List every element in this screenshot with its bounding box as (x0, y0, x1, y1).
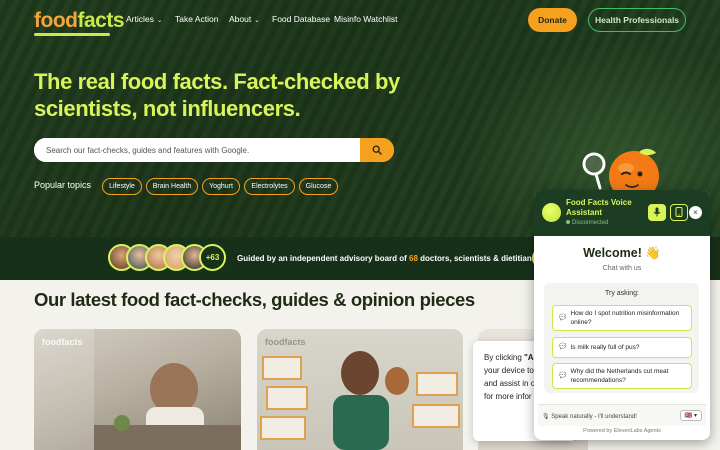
powered-by: Powered by ElevenLabs Agents (583, 428, 661, 434)
language-select[interactable]: 🇬🇧 ▾ (680, 410, 702, 421)
hero-headline: The real food facts. Fact-checked by sci… (34, 69, 400, 121)
cookie-line1-prefix: By clicking (484, 353, 525, 362)
topic-chip-electrolytes[interactable]: Electrolytes (244, 178, 295, 195)
phone-icon (675, 204, 683, 222)
logo-facts-text: facts (77, 9, 125, 32)
advisory-text-after: doctors, scientists & dietitians (417, 254, 537, 263)
advisory-text-before: Guided by an independent advisory board … (237, 254, 410, 263)
nav-item-articles[interactable]: Articles ⌄ (126, 14, 162, 24)
topic-chip-lifestyle[interactable]: Lifestyle (102, 178, 142, 195)
try-asking-label: Try asking: (605, 290, 639, 297)
search-input[interactable] (34, 138, 360, 162)
assistant-orb-icon (542, 203, 561, 222)
close-icon[interactable]: × (689, 206, 702, 219)
speak-hint: 🎙 Speak naturally - I'll understand! (542, 413, 637, 420)
nav-item-label: Food Database (272, 14, 331, 24)
mic-button[interactable] (648, 204, 666, 221)
nav-item-label: About (229, 14, 252, 24)
speak-hint-text: Speak naturally - I'll understand! (551, 414, 637, 420)
suggestion-button-milk[interactable]: 💬 Is milk really full of pus? (552, 337, 692, 358)
widget-chat-with-us: Chat with us (602, 265, 642, 272)
card-image-cooking (34, 329, 241, 450)
widget-title: Food Facts Voice Assistant (566, 198, 632, 217)
speech-bubble-icon: 💬 (559, 372, 567, 379)
status-dot-icon (566, 220, 570, 225)
latest-section-title: Our latest food fact-checks, guides & op… (34, 289, 475, 310)
search-button[interactable] (360, 138, 394, 162)
logo-food-text: food (34, 9, 78, 32)
donate-button[interactable]: Donate (528, 8, 577, 32)
nav-item-label: Misinfo Watchlist (334, 14, 398, 24)
topic-chip-yoghurt[interactable]: Yoghurt (202, 178, 240, 195)
suggestion-button-netherlands[interactable]: 💬 Why did the Netherlands cut meat recomm… (552, 363, 692, 389)
site-logo[interactable]: foodfacts (34, 9, 125, 33)
chevron-down-icon: ⌄ (254, 17, 260, 24)
advisory-text: Guided by an independent advisory board … (237, 254, 536, 263)
topic-chip-glucose[interactable]: Glucose (299, 178, 338, 195)
call-button[interactable] (670, 204, 688, 221)
search-icon (372, 143, 382, 158)
mic-small-icon: 🎙 (542, 414, 552, 420)
chevron-down-icon: ⌄ (156, 17, 163, 24)
speech-bubble-icon: 💬 (559, 344, 567, 350)
nav-item-misinfo-watchlist[interactable]: Misinfo Watchlist (334, 14, 397, 24)
nav-item-food-database[interactable]: Food Database (272, 14, 330, 24)
suggestion-text: Why did the Netherlands cut meat recomme… (570, 368, 669, 384)
advisory-number: 68 (409, 254, 418, 263)
mic-icon (653, 204, 661, 222)
connection-status: Disconnected (566, 220, 608, 226)
advisor-extra-count: +63 (199, 244, 226, 271)
article-card-milk[interactable]: foodfacts (257, 329, 463, 450)
voice-assistant-widget: Food Facts Voice Assistant Disconnected … (534, 190, 710, 440)
search-bar (34, 138, 394, 162)
logo-underline (34, 33, 110, 36)
nav-item-about[interactable]: About ⌄ (229, 14, 260, 24)
speech-bubble-icon: 💬 (559, 314, 567, 321)
topic-chip-brain-health[interactable]: Brain Health (146, 178, 198, 195)
nav-item-take-action[interactable]: Take Action (175, 14, 218, 24)
card-image-eggs (260, 351, 460, 450)
suggestion-button-misinformation[interactable]: 💬 How do I spot nutrition misinformation … (552, 305, 692, 331)
nav-item-label: Take Action (175, 14, 219, 24)
nav-item-label: Articles (126, 14, 154, 24)
suggestion-text: Is milk really full of pus? (570, 344, 640, 351)
health-professionals-button[interactable]: Health Professionals (588, 8, 686, 32)
connection-status-text: Disconnected (572, 220, 609, 226)
article-card-cooking[interactable]: foodfacts (34, 329, 241, 450)
suggestion-text: How do I spot nutrition misinformation o… (570, 310, 680, 326)
widget-welcome: Welcome! 👋 (583, 246, 661, 260)
popular-topics-label: Popular topics (34, 180, 92, 190)
